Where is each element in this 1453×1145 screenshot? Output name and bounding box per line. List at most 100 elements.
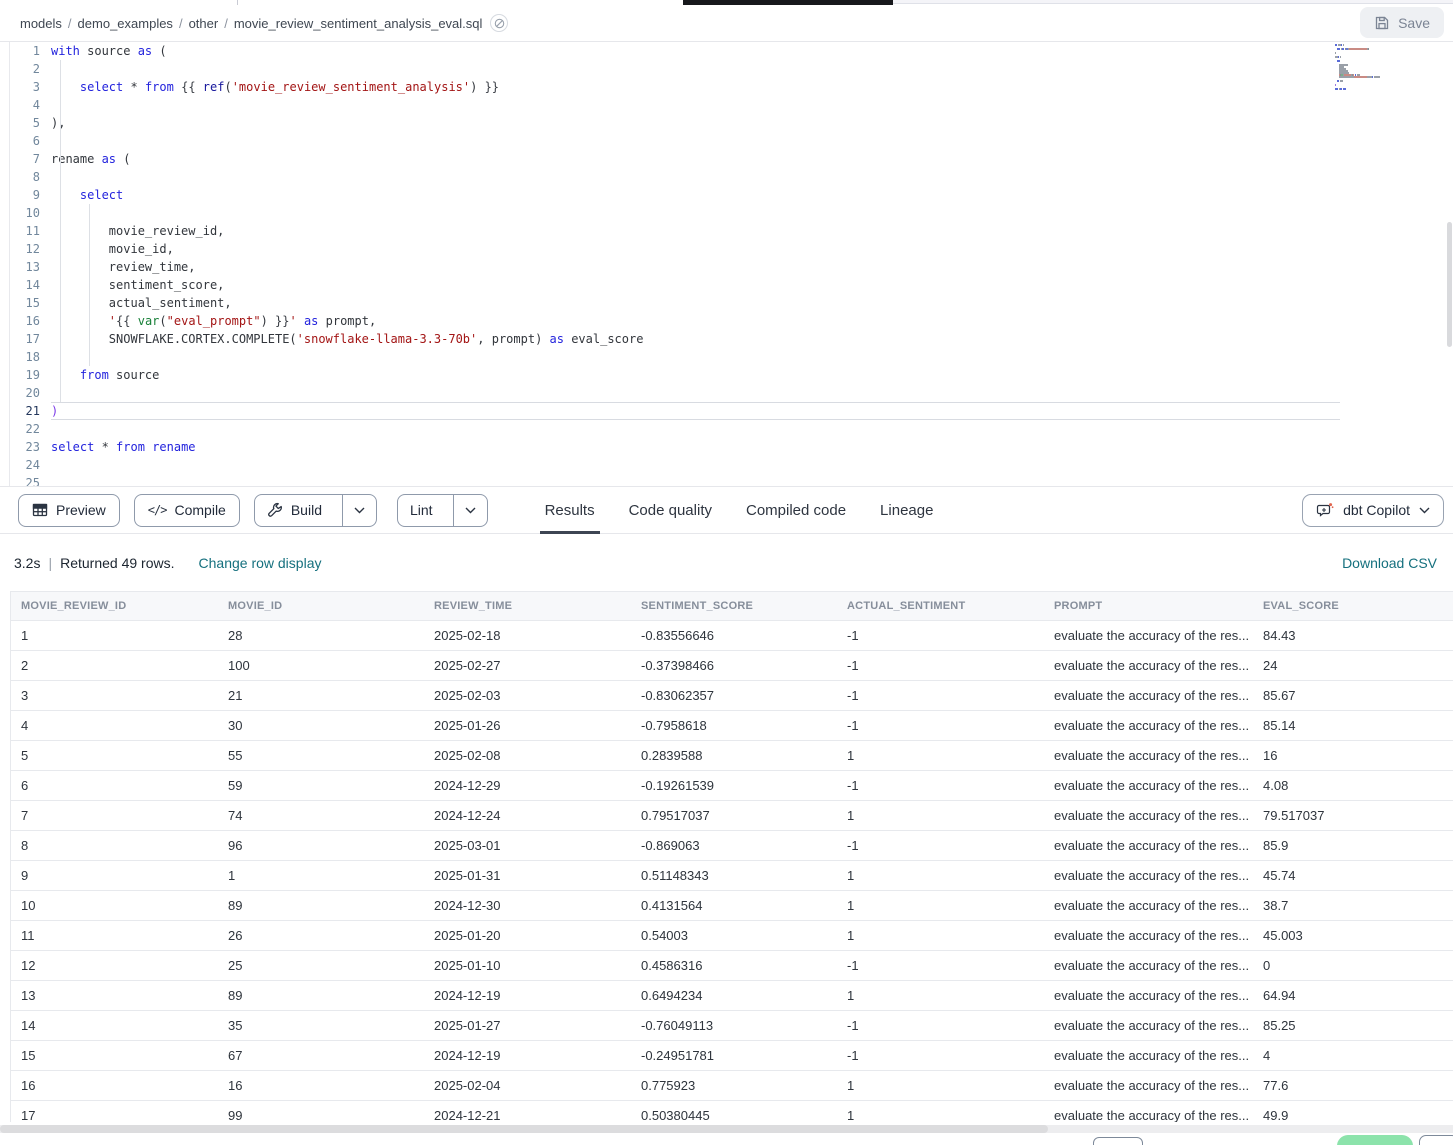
breadcrumb-item-filename[interactable]: movie_review_sentiment_analysis_eval.sql xyxy=(234,16,483,31)
cell-prompt[interactable]: evaluate the accuracy of the res...› xyxy=(1044,1078,1253,1093)
lint-options-caret[interactable] xyxy=(453,495,487,526)
cell-sentiment_score: -0.7958618 xyxy=(631,718,837,733)
status-separator: | xyxy=(48,555,52,571)
copilot-caret-icon xyxy=(1419,507,1430,514)
cell-prompt[interactable]: evaluate the accuracy of the res...› xyxy=(1044,988,1253,1003)
cell-prompt[interactable]: evaluate the accuracy of the res...› xyxy=(1044,748,1253,763)
code-text: select * from rename xyxy=(51,438,1453,456)
query-returned-rows: Returned 49 rows. xyxy=(60,555,174,571)
code-line[interactable]: 5), xyxy=(10,114,1453,132)
horizontal-scrollbar-thumb[interactable] xyxy=(0,1125,1048,1133)
code-line[interactable]: 7rename as ( xyxy=(10,150,1453,168)
cell-prompt[interactable]: evaluate the accuracy of the res...› xyxy=(1044,958,1253,973)
code-text xyxy=(51,96,1453,114)
code-line[interactable]: 4 xyxy=(10,96,1453,114)
cell-prompt[interactable]: evaluate the accuracy of the res...› xyxy=(1044,658,1253,673)
code-line[interactable]: 20 xyxy=(10,384,1453,402)
prompt-preview-text: evaluate the accuracy of the res... xyxy=(1054,778,1249,793)
breadcrumb-item-other[interactable]: other xyxy=(189,16,219,31)
line-number: 21 xyxy=(10,402,51,420)
results-body: 1282025-02-18-0.83556646-1evaluate the a… xyxy=(11,621,1453,1122)
results-table: MOVIE_REVIEW_IDMOVIE_IDREVIEW_TIMESENTIM… xyxy=(10,591,1453,1122)
code-line[interactable]: 3 select * from {{ ref('movie_review_sen… xyxy=(10,78,1453,96)
code-line[interactable]: 24 xyxy=(10,456,1453,474)
preview-button[interactable]: Preview xyxy=(18,494,120,527)
line-number: 5 xyxy=(10,114,51,132)
cell-movie_review_id: 11 xyxy=(11,928,218,943)
bottom-partial-button[interactable] xyxy=(1093,1137,1143,1145)
cell-prompt[interactable]: evaluate the accuracy of the res...› xyxy=(1044,718,1253,733)
table-row: 4302025-01-26-0.7958618-1evaluate the ac… xyxy=(11,711,1453,741)
table-row: 15672024-12-19-0.24951781-1evaluate the … xyxy=(11,1041,1453,1071)
code-line[interactable]: 23select * from rename xyxy=(10,438,1453,456)
cell-prompt[interactable]: evaluate the accuracy of the res...› xyxy=(1044,688,1253,703)
code-line[interactable]: 21) xyxy=(10,402,1453,420)
build-options-caret[interactable] xyxy=(342,495,376,526)
code-line[interactable]: 8 xyxy=(10,168,1453,186)
cell-review_time: 2024-12-30 xyxy=(424,898,631,913)
dbt-copilot-button[interactable]: dbt Copilot xyxy=(1302,494,1444,527)
download-csv-link[interactable]: Download CSV xyxy=(1342,555,1437,571)
compile-button[interactable]: </> Compile xyxy=(134,494,240,527)
code-line[interactable]: 15 actual_sentiment, xyxy=(10,294,1453,312)
cell-review_time: 2024-12-24 xyxy=(424,808,631,823)
cell-prompt[interactable]: evaluate the accuracy of the res...› xyxy=(1044,1108,1253,1122)
minimap[interactable] xyxy=(1335,44,1447,94)
code-line[interactable]: 17 SNOWFLAKE.CORTEX.COMPLETE('snowflake-… xyxy=(10,330,1453,348)
lint-button[interactable]: Lint xyxy=(398,495,445,526)
code-line[interactable]: 13 review_time, xyxy=(10,258,1453,276)
code-line[interactable]: 25 xyxy=(10,474,1453,486)
build-button[interactable]: Build xyxy=(255,495,334,526)
header-cell-movie_id: MOVIE_ID xyxy=(218,600,424,612)
bottom-partial-button[interactable] xyxy=(1419,1135,1453,1145)
code-line[interactable]: 6 xyxy=(10,132,1453,150)
code-line[interactable]: 11 movie_review_id, xyxy=(10,222,1453,240)
cell-prompt[interactable]: evaluate the accuracy of the res...› xyxy=(1044,928,1253,943)
code-line[interactable]: 22 xyxy=(10,420,1453,438)
cell-prompt[interactable]: evaluate the accuracy of the res...› xyxy=(1044,1018,1253,1033)
code-text: rename as ( xyxy=(51,150,1453,168)
table-row: 13892024-12-190.64942341evaluate the acc… xyxy=(11,981,1453,1011)
query-status-bar: 3.2s | Returned 49 rows. Change row disp… xyxy=(0,534,1453,591)
save-button[interactable]: Save xyxy=(1360,7,1444,38)
line-number: 4 xyxy=(10,96,51,114)
tab-compiled-code[interactable]: Compiled code xyxy=(729,487,863,533)
results-tabs: Results Code quality Compiled code Linea… xyxy=(528,487,951,533)
code-line[interactable]: 12 movie_id, xyxy=(10,240,1453,258)
editor-scrollbar[interactable] xyxy=(1447,222,1452,347)
breadcrumb-item-models[interactable]: models xyxy=(20,16,62,31)
cell-sentiment_score: 0.50380445 xyxy=(631,1108,837,1122)
cell-prompt[interactable]: evaluate the accuracy of the res...› xyxy=(1044,898,1253,913)
cell-movie_id: 35 xyxy=(218,1018,424,1033)
cell-prompt[interactable]: evaluate the accuracy of the res...› xyxy=(1044,868,1253,883)
cell-prompt[interactable]: evaluate the accuracy of the res...› xyxy=(1044,838,1253,853)
code-line[interactable]: 2 xyxy=(10,60,1453,78)
file-status-icon xyxy=(490,14,508,32)
line-number: 22 xyxy=(10,420,51,438)
code-line[interactable]: 18 xyxy=(10,348,1453,366)
line-number: 13 xyxy=(10,258,51,276)
cell-review_time: 2024-12-21 xyxy=(424,1108,631,1122)
change-row-display-link[interactable]: Change row display xyxy=(199,555,322,571)
code-line[interactable]: 16 '{{ var("eval_prompt") }}' as prompt, xyxy=(10,312,1453,330)
code-editor[interactable]: 1with source as (23 select * from {{ ref… xyxy=(9,42,1453,486)
cell-prompt[interactable]: evaluate the accuracy of the res...› xyxy=(1044,778,1253,793)
cell-prompt[interactable]: evaluate the accuracy of the res...› xyxy=(1044,1048,1253,1063)
code-line[interactable]: 9 select xyxy=(10,186,1453,204)
cell-review_time: 2025-01-10 xyxy=(424,958,631,973)
code-line[interactable]: 19 from source xyxy=(10,366,1453,384)
breadcrumb-item-demo-examples[interactable]: demo_examples xyxy=(78,16,173,31)
tab-results[interactable]: Results xyxy=(528,487,612,533)
tab-lineage[interactable]: Lineage xyxy=(863,487,950,533)
cell-prompt[interactable]: evaluate the accuracy of the res...› xyxy=(1044,808,1253,823)
bottom-partial-green-button[interactable] xyxy=(1337,1135,1413,1145)
cell-actual_sentiment: -1 xyxy=(837,718,1044,733)
table-row: 5552025-02-080.28395881evaluate the accu… xyxy=(11,741,1453,771)
cell-prompt[interactable]: evaluate the accuracy of the res...› xyxy=(1044,628,1253,643)
cell-review_time: 2025-02-03 xyxy=(424,688,631,703)
code-line[interactable]: 1with source as ( xyxy=(10,42,1453,60)
tab-code-quality[interactable]: Code quality xyxy=(612,487,729,533)
code-line[interactable]: 14 sentiment_score, xyxy=(10,276,1453,294)
wrench-icon xyxy=(267,502,283,518)
code-line[interactable]: 10 xyxy=(10,204,1453,222)
